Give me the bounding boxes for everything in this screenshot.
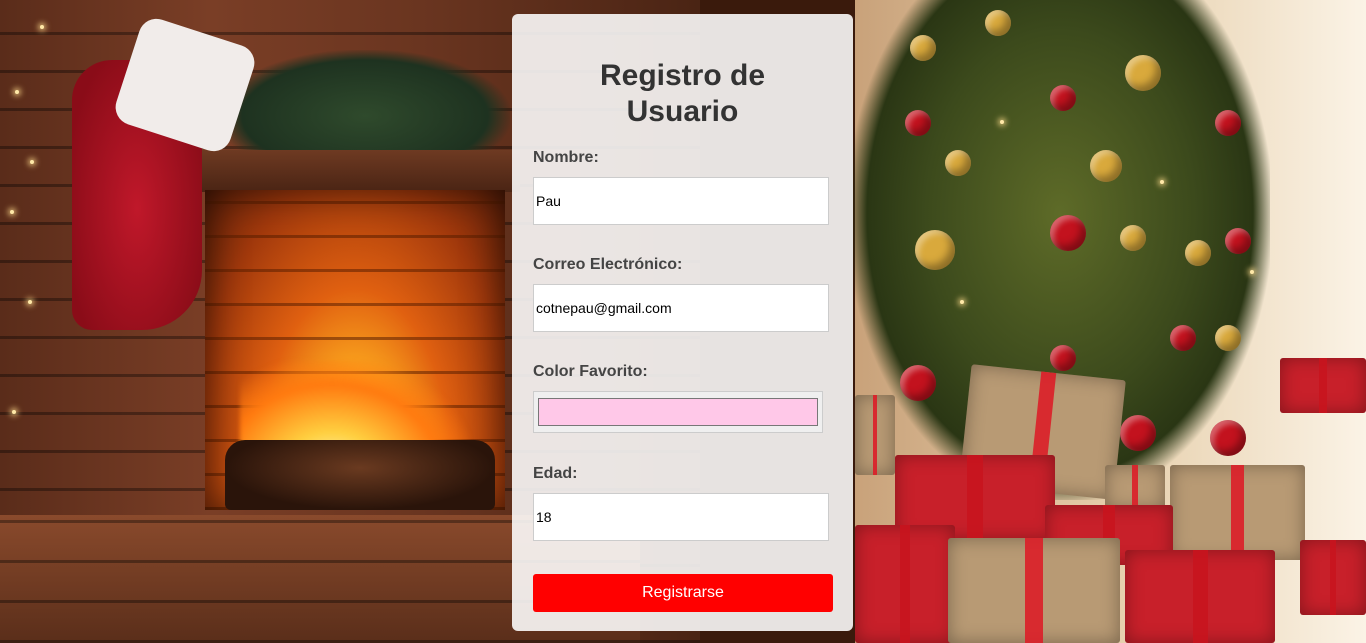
registration-form: Registro deUsuario Nombre: Correo Electr… <box>512 14 853 631</box>
email-input[interactable] <box>533 284 829 332</box>
form-title-line1: Registro de <box>599 59 766 92</box>
ornament <box>1125 55 1161 91</box>
gift-box <box>855 525 955 643</box>
ornament <box>1050 345 1076 371</box>
light-sparkle <box>1160 180 1164 184</box>
gift-box <box>1280 358 1366 413</box>
correo-label: Correo Electrónico: <box>533 256 683 273</box>
ornament <box>1185 240 1211 266</box>
ornament <box>1050 215 1086 251</box>
gift-box <box>1125 550 1275 643</box>
ornament <box>915 230 955 270</box>
ornament <box>1215 325 1241 351</box>
gift-box <box>1300 540 1366 615</box>
gift-box <box>1105 465 1165 510</box>
light-sparkle <box>40 25 44 29</box>
register-button[interactable]: Registrarse <box>533 574 833 612</box>
ornament <box>910 35 936 61</box>
gift-box <box>1170 465 1305 560</box>
color-picker[interactable] <box>533 391 823 433</box>
fire-logs <box>225 440 495 510</box>
color-swatch <box>538 398 818 426</box>
light-sparkle <box>12 410 16 414</box>
form-title: Registro de Usuario <box>533 58 832 130</box>
ornament <box>1225 228 1251 254</box>
light-sparkle <box>960 300 964 304</box>
light-sparkle <box>30 160 34 164</box>
edad-label: Edad: <box>533 465 578 482</box>
ornament <box>1050 85 1076 111</box>
ornament <box>1210 420 1246 456</box>
ornament <box>985 10 1011 36</box>
nombre-input[interactable] <box>533 177 829 225</box>
ornament <box>1120 225 1146 251</box>
light-sparkle <box>28 300 32 304</box>
ornament <box>945 150 971 176</box>
ornament <box>905 110 931 136</box>
ornament <box>1215 110 1241 136</box>
gift-box <box>948 538 1120 643</box>
ornament <box>1170 325 1196 351</box>
form-title-line2: Usuario <box>626 95 739 128</box>
nombre-label: Nombre: <box>533 149 599 166</box>
ornament <box>900 365 936 401</box>
fireplace-mantel <box>180 150 520 192</box>
gift-box <box>855 395 895 475</box>
light-sparkle <box>1000 120 1004 124</box>
light-sparkle <box>1250 270 1254 274</box>
ornament <box>1090 150 1122 182</box>
ornament <box>1120 415 1156 451</box>
garland <box>220 50 510 160</box>
age-input[interactable] <box>533 493 829 541</box>
color-label: Color Favorito: <box>533 363 648 380</box>
light-sparkle <box>10 210 14 214</box>
light-sparkle <box>15 90 19 94</box>
